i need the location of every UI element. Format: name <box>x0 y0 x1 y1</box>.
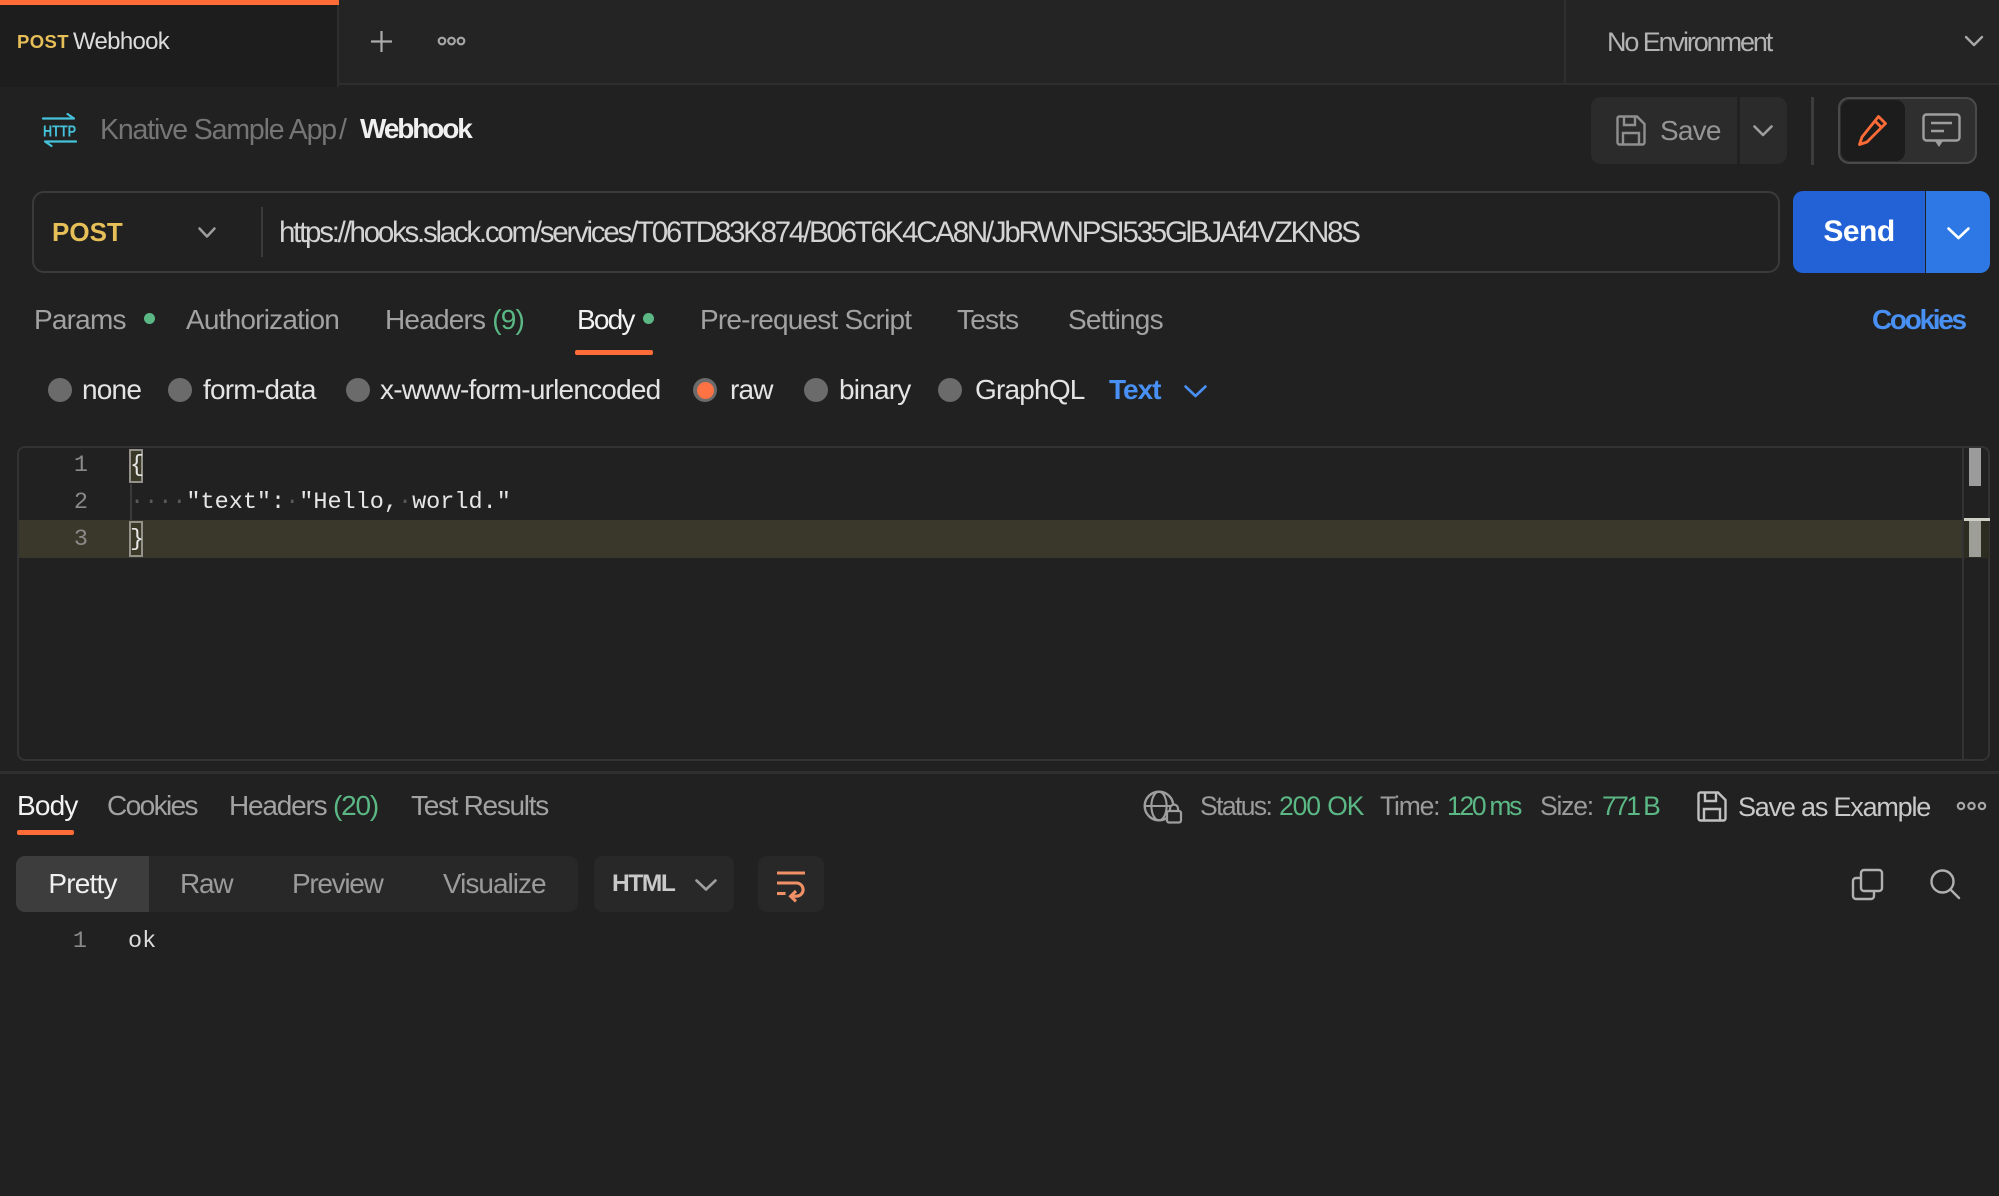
svg-text:HTTP: HTTP <box>43 124 76 141</box>
